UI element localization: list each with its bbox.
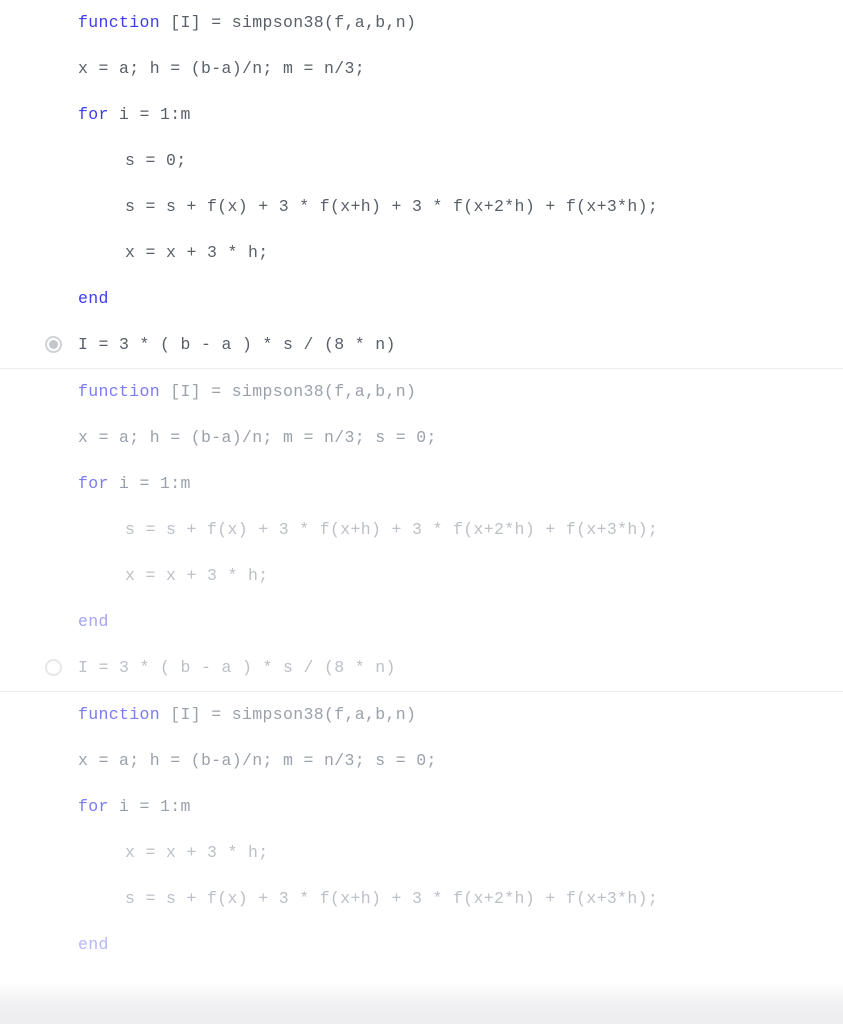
code-line-content: end xyxy=(78,612,109,631)
code-line: function [I] = simpson38(f,a,b,n) xyxy=(0,692,843,738)
code-line: s = s + f(x) + 3 * f(x+h) + 3 * f(x+2*h)… xyxy=(0,876,843,922)
code-line-content: s = s + f(x) + 3 * f(x+h) + 3 * f(x+2*h)… xyxy=(125,520,659,539)
code-keyword: end xyxy=(78,289,109,308)
answer-code-line[interactable]: I = 3 * ( b - a ) * s / (8 * n) xyxy=(0,645,843,691)
code-line: s = 0; xyxy=(0,138,843,184)
code-line-content: function [I] = simpson38(f,a,b,n) xyxy=(78,13,416,32)
code-line: for i = 1:m xyxy=(0,461,843,507)
code-keyword: end xyxy=(78,935,109,954)
code-line: end xyxy=(0,599,843,645)
code-line: function [I] = simpson38(f,a,b,n) xyxy=(0,0,843,46)
code-line-content: s = s + f(x) + 3 * f(x+h) + 3 * f(x+2*h)… xyxy=(125,197,659,216)
code-line-content: for i = 1:m xyxy=(78,105,191,124)
answer-options-page: function [I] = simpson38(f,a,b,n) x = a; … xyxy=(0,0,843,1024)
code-keyword: function xyxy=(78,382,161,401)
code-keyword: function xyxy=(78,705,161,724)
radio-button-selected[interactable] xyxy=(45,336,62,353)
code-text: i = 1:m xyxy=(108,797,191,816)
code-keyword: for xyxy=(78,797,109,816)
code-keyword: for xyxy=(78,105,109,124)
code-keyword: end xyxy=(78,612,109,631)
code-keyword: for xyxy=(78,474,109,493)
answer-option[interactable]: function [I] = simpson38(f,a,b,n) x = a; … xyxy=(0,369,843,691)
code-text: i = 1:m xyxy=(108,474,191,493)
code-line-content: x = x + 3 * h; xyxy=(125,566,269,585)
code-line-content: end xyxy=(78,935,109,954)
code-line-content: x = x + 3 * h; xyxy=(125,243,269,262)
code-line-content: x = x + 3 * h; xyxy=(125,843,269,862)
code-line: end xyxy=(0,276,843,322)
code-line: function [I] = simpson38(f,a,b,n) xyxy=(0,369,843,415)
answer-option[interactable]: function [I] = simpson38(f,a,b,n) x = a; … xyxy=(0,692,843,968)
code-line-content: x = a; h = (b-a)/n; m = n/3; xyxy=(78,59,366,78)
code-line-content: for i = 1:m xyxy=(78,797,191,816)
code-line: x = a; h = (b-a)/n; m = n/3; xyxy=(0,46,843,92)
code-line-content: x = a; h = (b-a)/n; m = n/3; s = 0; xyxy=(78,428,437,447)
answer-option[interactable]: function [I] = simpson38(f,a,b,n) x = a; … xyxy=(0,0,843,368)
code-line: s = s + f(x) + 3 * f(x+h) + 3 * f(x+2*h)… xyxy=(0,184,843,230)
radio-button-unselected[interactable] xyxy=(45,659,62,676)
code-text: [I] = simpson38(f,a,b,n) xyxy=(160,705,417,724)
code-line: for i = 1:m xyxy=(0,784,843,830)
code-line-content: for i = 1:m xyxy=(78,474,191,493)
code-line-content: end xyxy=(78,289,109,308)
code-text: [I] = simpson38(f,a,b,n) xyxy=(160,382,417,401)
code-line: x = x + 3 * h; xyxy=(0,230,843,276)
code-line: s = s + f(x) + 3 * f(x+h) + 3 * f(x+2*h)… xyxy=(0,507,843,553)
code-line-content: x = a; h = (b-a)/n; m = n/3; s = 0; xyxy=(78,751,437,770)
code-line-content: s = s + f(x) + 3 * f(x+h) + 3 * f(x+2*h)… xyxy=(125,889,659,908)
code-line: for i = 1:m xyxy=(0,92,843,138)
code-text: i = 1:m xyxy=(108,105,191,124)
code-line-content: I = 3 * ( b - a ) * s / (8 * n) xyxy=(78,335,396,354)
code-line-content: function [I] = simpson38(f,a,b,n) xyxy=(78,705,416,724)
code-line: x = a; h = (b-a)/n; m = n/3; s = 0; xyxy=(0,415,843,461)
code-line: x = a; h = (b-a)/n; m = n/3; s = 0; xyxy=(0,738,843,784)
code-line-content: s = 0; xyxy=(125,151,187,170)
code-text: [I] = simpson38(f,a,b,n) xyxy=(160,13,417,32)
code-line: x = x + 3 * h; xyxy=(0,553,843,599)
options-list: function [I] = simpson38(f,a,b,n) x = a; … xyxy=(0,0,843,968)
code-line: x = x + 3 * h; xyxy=(0,830,843,876)
answer-code-line[interactable]: I = 3 * ( b - a ) * s / (8 * n) xyxy=(0,322,843,368)
code-line-content: I = 3 * ( b - a ) * s / (8 * n) xyxy=(78,658,396,677)
code-line-content: function [I] = simpson38(f,a,b,n) xyxy=(78,382,416,401)
code-line: end xyxy=(0,922,843,968)
bottom-fade-overlay xyxy=(0,982,843,1024)
code-keyword: function xyxy=(78,13,161,32)
